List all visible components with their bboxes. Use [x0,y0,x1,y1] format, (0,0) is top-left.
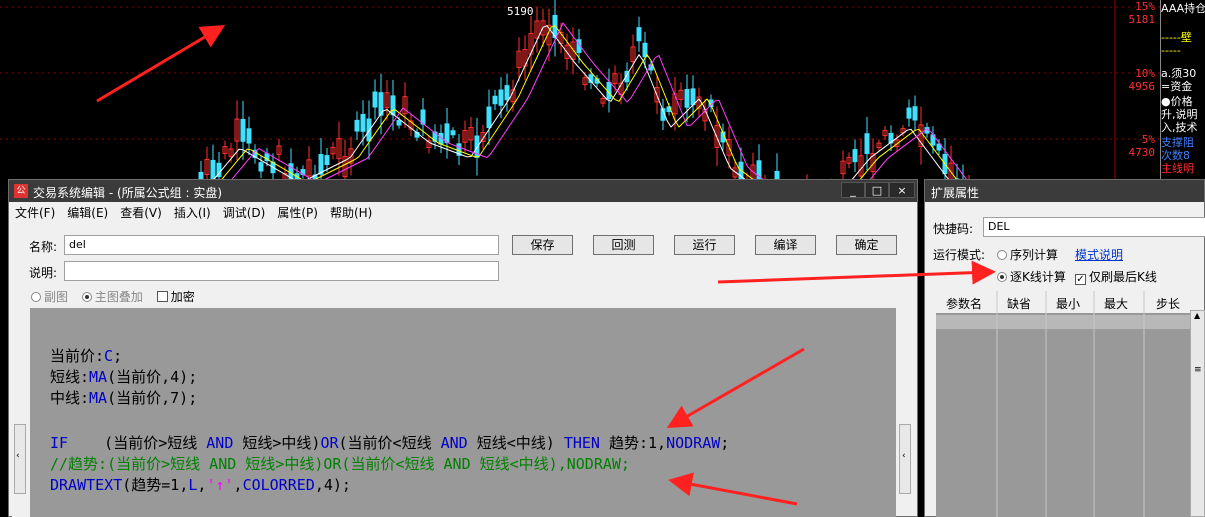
arrow-to-per-bar-mode [717,260,996,285]
arrow-to-chart [96,24,226,103]
arrow-to-comment-line [668,472,798,506]
arrow-to-if-line [666,347,805,428]
annotation-arrows [96,24,996,506]
